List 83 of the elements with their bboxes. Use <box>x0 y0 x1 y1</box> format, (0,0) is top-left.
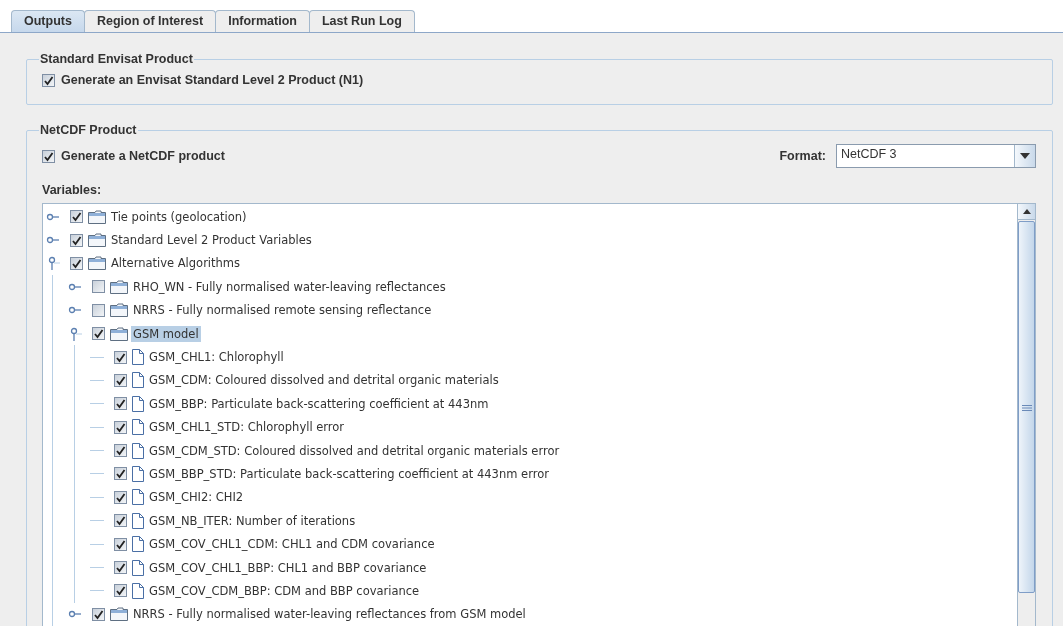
checkbox[interactable] <box>114 420 127 434</box>
format-label: Format: <box>779 149 826 163</box>
tree-connector <box>90 520 104 522</box>
folder-icon <box>88 256 106 271</box>
scrollbar-thumb[interactable] <box>1018 221 1035 593</box>
checkbox[interactable] <box>114 490 127 504</box>
document-icon <box>132 512 144 529</box>
checkbox[interactable] <box>92 607 105 621</box>
tree-connector <box>90 450 104 452</box>
checkbox-label[interactable]: Generate a NetCDF product <box>61 149 225 163</box>
document-icon <box>132 372 144 389</box>
checkbox[interactable] <box>114 444 127 458</box>
group-title: Standard Envisat Product <box>39 52 194 66</box>
tree-item[interactable]: GSM_COV_CDM_BBP: CDM and BBP covariance <box>147 582 422 599</box>
tree-item[interactable]: Alternative Algorithms <box>109 255 243 272</box>
tree-item[interactable]: GSM_CDM: Coloured dissolved and detrital organic materials <box>147 372 501 389</box>
checkbox[interactable] <box>114 397 127 411</box>
up-arrow-icon <box>1022 209 1031 214</box>
checkbox[interactable] <box>114 514 127 528</box>
tab[interactable]: Information <box>215 10 310 32</box>
checkbox[interactable] <box>42 73 55 87</box>
checkbox[interactable] <box>70 210 83 224</box>
checkbox[interactable] <box>92 303 105 317</box>
tree-item[interactable]: GSM_CHI2: CHI2 <box>147 489 246 506</box>
tree-connector <box>90 543 104 545</box>
tree-connector <box>90 473 104 475</box>
tree-item[interactable]: GSM_CHL1_STD: Chlorophyll error <box>147 419 347 436</box>
tree-connector <box>90 567 104 569</box>
checkbox[interactable] <box>114 467 127 481</box>
tree-connector <box>90 590 104 592</box>
tree-connector <box>90 356 104 358</box>
tree-item[interactable]: Standard Level 2 Product Variables <box>109 232 314 249</box>
folder-icon <box>88 233 106 248</box>
document-icon <box>132 466 144 482</box>
grip-icon <box>1021 405 1032 411</box>
folder-icon <box>110 607 128 622</box>
checkbox[interactable] <box>70 256 83 270</box>
tree-connector <box>90 379 104 381</box>
folder-icon <box>110 326 128 341</box>
checkbox[interactable] <box>42 149 55 163</box>
tree-item[interactable]: GSM_COV_CHL1_BBP: CHL1 and BBP covariance <box>147 559 429 576</box>
document-icon <box>132 442 144 459</box>
variables-label: Variables: <box>42 183 103 197</box>
folder-icon <box>110 303 128 318</box>
tree-item[interactable]: GSM_NB_ITER: Number of iterations <box>147 512 358 529</box>
document-icon <box>132 419 144 436</box>
tree-item[interactable]: NRRS - Fully normalised water-leaving reflectances from GSM model <box>131 606 528 623</box>
folder-icon <box>88 209 106 224</box>
tree-item[interactable]: RHO_WN - Fully normalised water-leaving reflectances <box>131 278 448 295</box>
document-icon <box>132 489 144 506</box>
tree-item[interactable]: GSM_CDM_STD: Coloured dissolved and detrital organic materials error <box>147 442 562 459</box>
document-icon <box>132 582 144 599</box>
tree-item[interactable]: GSM model <box>131 325 201 342</box>
group-title: NetCDF Product <box>39 123 138 137</box>
tree-item[interactable]: GSM_BBP_STD: Particulate back-scattering coefficient at 443nm error <box>147 466 551 482</box>
scroll-up-button[interactable] <box>1018 204 1035 220</box>
document-icon <box>132 559 144 576</box>
tree-item[interactable]: GSM_BBP: Particulate back-scattering coefficient at 443nm <box>147 395 491 412</box>
checkbox[interactable] <box>114 373 127 387</box>
checkbox[interactable] <box>92 327 105 341</box>
checkbox[interactable] <box>114 584 127 598</box>
format-dropdown[interactable]: NetCDF 3 <box>836 144 1036 168</box>
checkbox[interactable] <box>114 350 127 364</box>
document-icon <box>132 536 144 553</box>
checkbox[interactable] <box>92 280 105 294</box>
document-icon <box>132 395 144 412</box>
tree-connector <box>90 426 104 428</box>
tree-item[interactable]: GSM_CHL1: Chlorophyll <box>147 349 286 366</box>
tree-item[interactable]: Tie points (geolocation) <box>109 208 249 225</box>
checkbox[interactable] <box>70 233 83 247</box>
checkbox-label[interactable]: Generate an Envisat Standard Level 2 Product (N1) <box>61 73 364 87</box>
checkbox[interactable] <box>114 561 127 575</box>
checkbox[interactable] <box>114 537 127 551</box>
folder-icon <box>110 279 128 294</box>
tree-connector <box>90 403 104 405</box>
tree-item[interactable]: GSM_COV_CHL1_CDM: CHL1 and CDM covariance <box>147 536 437 553</box>
tab[interactable]: Region of Interest <box>83 10 217 32</box>
tab[interactable]: Outputs <box>11 10 85 32</box>
caret-icon <box>1020 153 1030 159</box>
tree-item[interactable]: NRRS - Fully normalised remote sensing reflectance <box>131 302 434 319</box>
tree-connector <box>90 496 104 498</box>
tab[interactable]: Last Run Log <box>308 10 415 32</box>
document-icon <box>132 349 144 366</box>
